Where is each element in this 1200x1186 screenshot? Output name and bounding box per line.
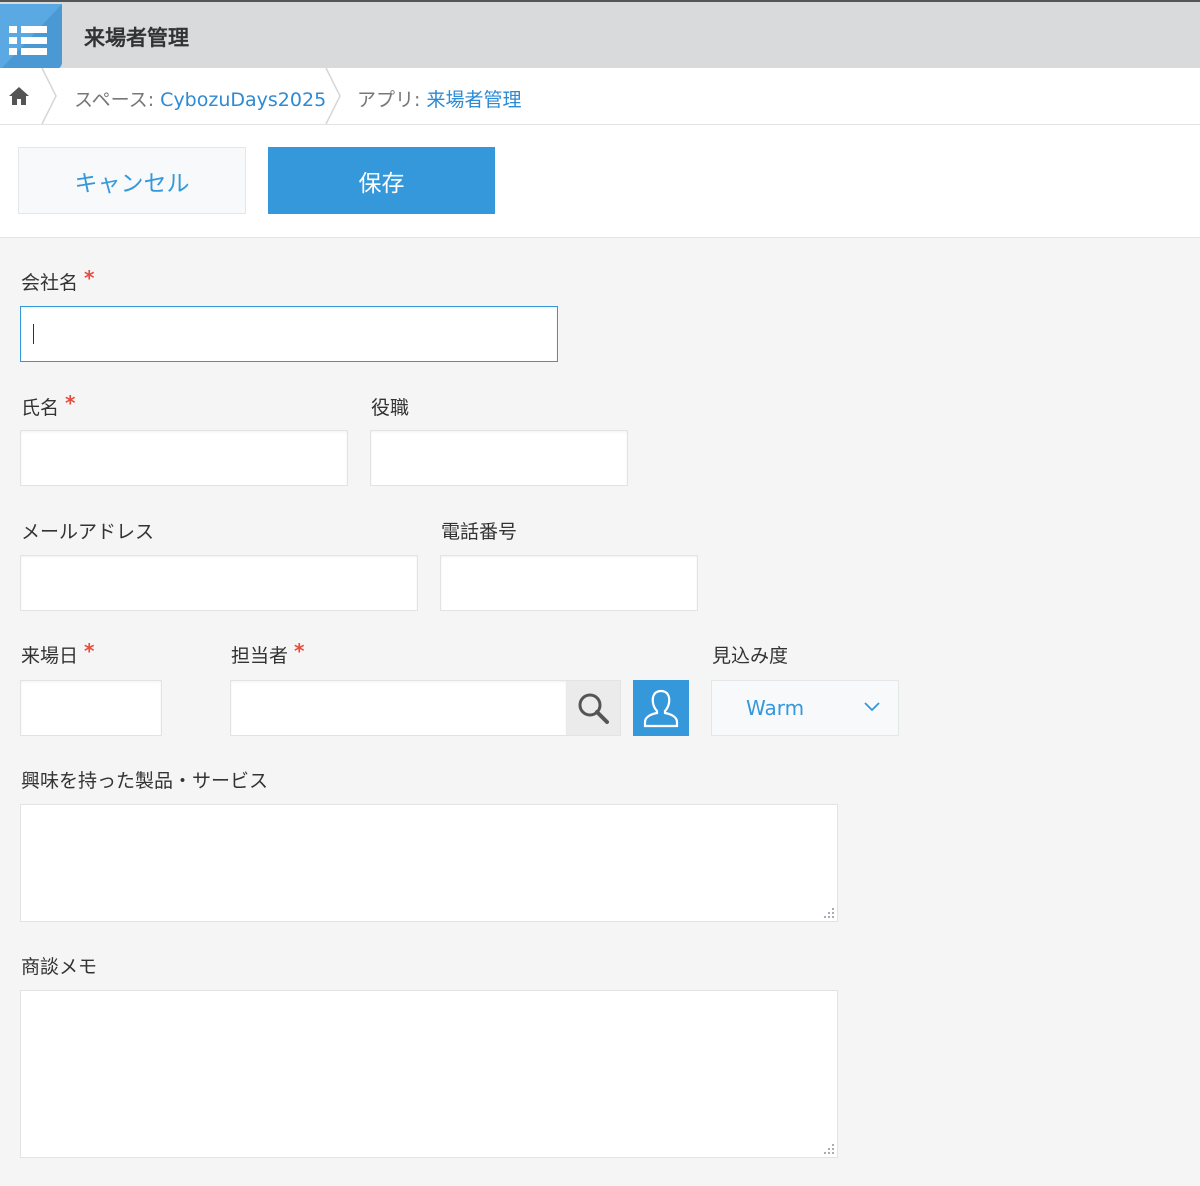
assignee-label-text: 担当者 [231, 645, 289, 667]
user-icon [643, 689, 679, 728]
interest-label: 興味を持った製品・サービス [21, 770, 269, 792]
breadcrumb-space-prefix: スペース: [74, 89, 161, 111]
memo-label: 商談メモ [21, 956, 98, 978]
memo-textarea[interactable] [20, 990, 838, 1158]
breadcrumb-app-link[interactable]: 来場者管理 [426, 89, 521, 111]
interest-textarea[interactable] [20, 804, 838, 922]
required-mark: * [84, 639, 95, 663]
visit-date-label: 来場日 * [21, 639, 95, 668]
name-label: 氏名 * [21, 391, 76, 420]
breadcrumb-space-link[interactable]: CybozuDays2025 [160, 89, 326, 111]
assignee-label: 担当者 * [231, 639, 305, 668]
title-input[interactable] [370, 430, 628, 486]
resize-grip-icon[interactable] [821, 905, 835, 919]
resize-grip-icon[interactable] [821, 1141, 835, 1155]
visit-date-input[interactable] [20, 680, 162, 736]
record-toolbar: キャンセル 保存 [0, 125, 1200, 238]
app-list-icon[interactable] [0, 4, 62, 70]
name-label-text: 氏名 [21, 397, 60, 419]
email-label: メールアドレス [21, 521, 155, 543]
required-mark: * [65, 391, 76, 415]
visit-date-label-text: 来場日 [21, 645, 79, 667]
breadcrumb: スペース: CybozuDays2025 アプリ: 来場者管理 [0, 68, 1200, 125]
breadcrumb-app[interactable]: アプリ: 来場者管理 [357, 85, 521, 112]
home-icon[interactable] [8, 85, 30, 107]
breadcrumb-separator-icon [41, 68, 57, 124]
assignee-input[interactable] [230, 680, 567, 736]
prospect-selected-value: Warm [746, 696, 805, 720]
prospect-label: 見込み度 [712, 645, 789, 667]
assignee-user-button[interactable] [633, 680, 689, 736]
title-label: 役職 [371, 397, 410, 419]
email-input[interactable] [20, 555, 418, 611]
save-button[interactable]: 保存 [268, 147, 495, 214]
phone-input[interactable] [440, 555, 698, 611]
company-label-text: 会社名 [21, 272, 79, 294]
assignee-search-button[interactable] [566, 680, 621, 736]
company-input[interactable] [20, 306, 558, 362]
breadcrumb-app-prefix: アプリ: [357, 89, 427, 111]
phone-label: 電話番号 [441, 521, 518, 543]
chevron-down-icon [864, 702, 880, 712]
cancel-button[interactable]: キャンセル [18, 147, 246, 214]
app-title: 来場者管理 [84, 26, 189, 50]
breadcrumb-separator-icon [325, 68, 341, 124]
required-mark: * [84, 266, 95, 290]
text-caret [33, 324, 34, 344]
search-icon [578, 693, 609, 724]
name-input[interactable] [20, 430, 348, 486]
company-label: 会社名 * [21, 266, 95, 295]
breadcrumb-space[interactable]: スペース: CybozuDays2025 [74, 85, 326, 112]
prospect-dropdown[interactable]: Warm [711, 680, 899, 736]
app-header: 来場者管理 [0, 0, 1200, 70]
required-mark: * [294, 639, 305, 663]
